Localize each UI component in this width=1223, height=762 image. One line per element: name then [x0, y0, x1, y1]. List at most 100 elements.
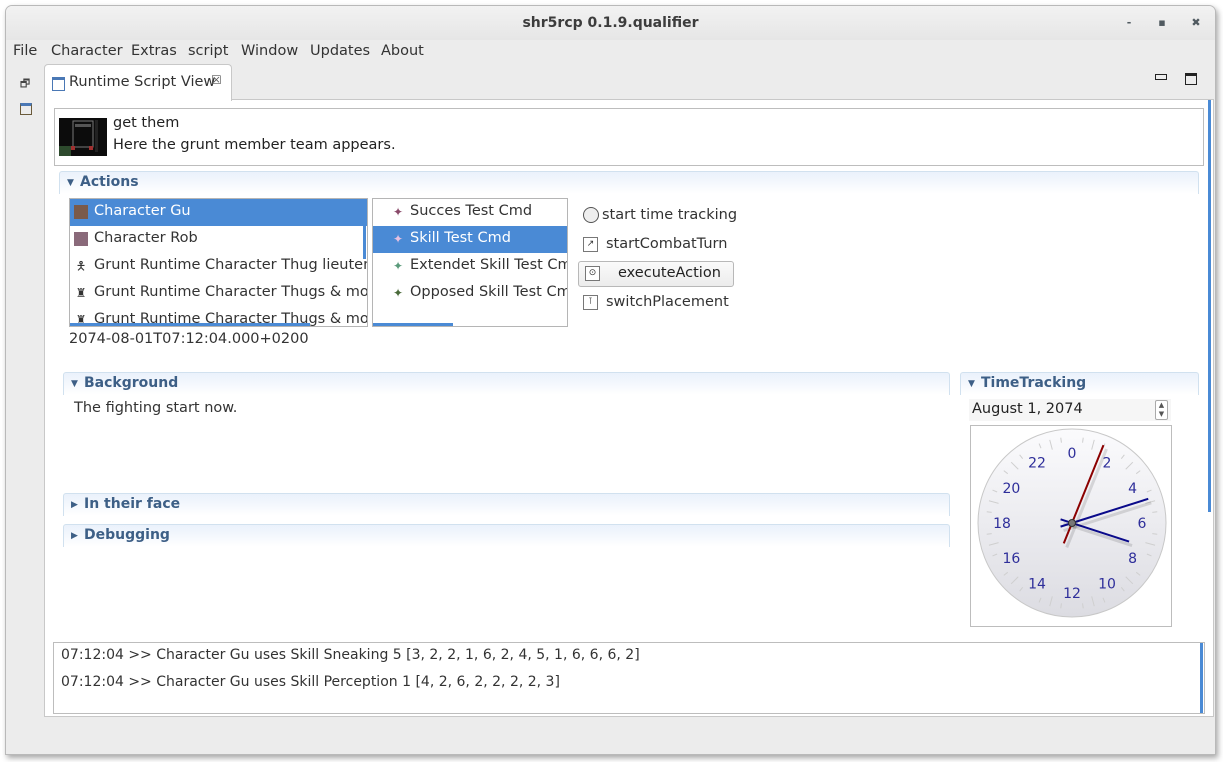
- clock-face: 0246810121416182022: [977, 428, 1167, 618]
- character-list-item[interactable]: ♜ Grunt Runtime Character Thugs & mouth …: [70, 280, 367, 307]
- character-list-item[interactable]: Character Rob: [70, 226, 367, 253]
- script-title: get them: [113, 115, 180, 131]
- placement-icon: ⊺: [583, 294, 598, 310]
- actions-section-header[interactable]: ▼ Actions: [59, 171, 1199, 194]
- execute-icon: ⊙: [585, 266, 600, 281]
- log-scrollbar[interactable]: [1200, 643, 1203, 713]
- background-section-header[interactable]: ▼ Background: [63, 372, 950, 395]
- tab-label: Runtime Script View: [69, 74, 216, 90]
- in-their-face-title: In their face: [84, 496, 181, 512]
- clock-hour-label: 4: [1128, 481, 1137, 497]
- menu-window[interactable]: Window: [241, 43, 298, 59]
- event-log: 07:12:04 >> Character Gu uses Skill Snea…: [53, 642, 1205, 714]
- clock-hour-label: 18: [993, 516, 1011, 532]
- menu-extras[interactable]: Extras: [131, 43, 177, 59]
- clock-icon: [583, 207, 599, 223]
- portrait-icon: [74, 232, 88, 246]
- clock-tick: [1082, 437, 1084, 443]
- expand-arrow-icon: ▼: [67, 178, 74, 188]
- tab-runtime-script-view[interactable]: Runtime Script View ☒: [44, 64, 232, 101]
- restore-icon[interactable]: 🗗: [18, 75, 32, 90]
- date-value: August 1, 2074: [972, 401, 1083, 417]
- background-title: Background: [84, 375, 179, 391]
- log-line: 07:12:04 >> Character Gu uses Skill Perc…: [61, 674, 560, 690]
- clock-hour-label: 16: [1002, 551, 1020, 567]
- view-frame: Runtime Script View ☒ get them Here the …: [44, 64, 1214, 717]
- clock-hour-label: 0: [1068, 446, 1077, 462]
- command-icon: ✦: [392, 205, 404, 219]
- character-list-item[interactable]: 🯅 Grunt Runtime Character Thug lieutenan…: [70, 253, 367, 280]
- clock-tick: [1060, 437, 1062, 443]
- command-icon: ✦: [392, 232, 404, 246]
- combat-turn-icon: ↗: [583, 236, 598, 252]
- maximize-window-button[interactable]: ▪: [1155, 16, 1169, 30]
- clock-tick: [1082, 603, 1084, 609]
- analog-clock: 0 2 4 6 8 10 12 14 16 18 20 22: [970, 425, 1172, 627]
- timetracking-section-header[interactable]: ▼ TimeTracking: [960, 372, 1199, 395]
- clock-hour-label: 14: [1028, 577, 1046, 593]
- start-combat-turn-button[interactable]: ↗ startCombatTurn: [583, 236, 727, 252]
- application-window: shr5rcp 0.1.9.qualifier - ▪ ✖ File Chara…: [5, 5, 1216, 755]
- command-icon: ✦: [392, 286, 404, 300]
- character-list[interactable]: Character Gu Character Rob 🯅 Grunt Runti…: [69, 198, 368, 327]
- date-spinner[interactable]: August 1, 2074 ▲ ▼: [969, 399, 1171, 421]
- actions-title: Actions: [80, 174, 139, 190]
- clock-hour-label: 8: [1128, 551, 1137, 567]
- scene-thumbnail: [59, 118, 107, 156]
- close-window-button[interactable]: ✖: [1189, 16, 1203, 30]
- command-list[interactable]: ✦ Succes Test Cmd ✦ Skill Test Cmd ✦ Ext…: [372, 198, 568, 327]
- spinner-arrows-icon[interactable]: ▲ ▼: [1155, 400, 1168, 420]
- action-timestamp: 2074-08-01T07:12:04.000+0200: [69, 331, 309, 347]
- character-list-hscrollbar[interactable]: [70, 323, 310, 326]
- menu-about[interactable]: About: [381, 43, 424, 59]
- command-list-item[interactable]: ✦ Skill Test Cmd: [373, 226, 567, 253]
- clock-hour-label: 6: [1138, 516, 1147, 532]
- collapsed-arrow-icon: ▶: [71, 500, 78, 510]
- menu-bar: File Character Extras script Window Upda…: [6, 40, 1215, 64]
- command-list-hscrollbar[interactable]: [373, 323, 453, 326]
- grunt-group-icon: ♜: [75, 286, 87, 300]
- script-description: Here the grunt member team appears.: [113, 137, 396, 153]
- timetracking-title: TimeTracking: [981, 375, 1087, 391]
- log-line: 07:12:04 >> Character Gu uses Skill Snea…: [61, 647, 640, 663]
- clock-tick: [986, 511, 992, 513]
- grunt-icon: 🯅: [75, 259, 87, 273]
- clock-hour-label: 12: [1063, 586, 1081, 602]
- switch-placement-button[interactable]: ⊺ switchPlacement: [583, 294, 729, 310]
- minimize-window-button[interactable]: -: [1122, 16, 1136, 30]
- command-list-item[interactable]: ✦ Opposed Skill Test Cmd: [373, 280, 567, 307]
- view-icon[interactable]: [20, 103, 32, 115]
- command-list-item[interactable]: ✦ Succes Test Cmd: [373, 199, 567, 226]
- title-bar: shr5rcp 0.1.9.qualifier - ▪ ✖: [6, 6, 1215, 40]
- character-list-scrollbar[interactable]: [363, 199, 366, 259]
- debugging-title: Debugging: [84, 527, 170, 543]
- background-text: The fighting start now.: [74, 400, 238, 416]
- clock-hour-label: 10: [1098, 577, 1116, 593]
- command-icon: ✦: [392, 259, 404, 273]
- start-time-tracking-button[interactable]: start time tracking: [583, 207, 737, 223]
- menu-updates[interactable]: Updates: [310, 43, 370, 59]
- view-icon: [52, 77, 65, 91]
- debugging-section-header[interactable]: ▶ Debugging: [63, 524, 950, 547]
- portrait-icon: [74, 205, 88, 219]
- menu-file[interactable]: File: [13, 43, 37, 59]
- clock-center-pin: [1068, 519, 1076, 527]
- menu-script[interactable]: script: [188, 43, 228, 59]
- script-header: get them Here the grunt member team appe…: [54, 108, 1204, 166]
- expand-arrow-icon: ▼: [71, 379, 78, 389]
- in-their-face-section-header[interactable]: ▶ In their face: [63, 493, 950, 516]
- command-list-item[interactable]: ✦ Extendet Skill Test Cmd: [373, 253, 567, 280]
- clock-tick: [1152, 533, 1158, 535]
- clock-hour-label: 22: [1028, 455, 1046, 471]
- maximize-view-button[interactable]: [1185, 73, 1197, 85]
- clock-tick: [986, 533, 992, 535]
- window-title: shr5rcp 0.1.9.qualifier: [522, 15, 699, 31]
- view-body: get them Here the grunt member team appe…: [44, 73, 1214, 717]
- minimize-view-button[interactable]: [1155, 74, 1167, 80]
- character-list-item[interactable]: Character Gu: [70, 199, 367, 226]
- view-scrollbar[interactable]: [1208, 100, 1211, 512]
- menu-character[interactable]: Character: [51, 43, 123, 59]
- execute-action-button[interactable]: ⊙ executeAction: [578, 261, 734, 287]
- clock-tick: [1152, 511, 1158, 513]
- close-tab-icon[interactable]: ☒: [211, 73, 222, 87]
